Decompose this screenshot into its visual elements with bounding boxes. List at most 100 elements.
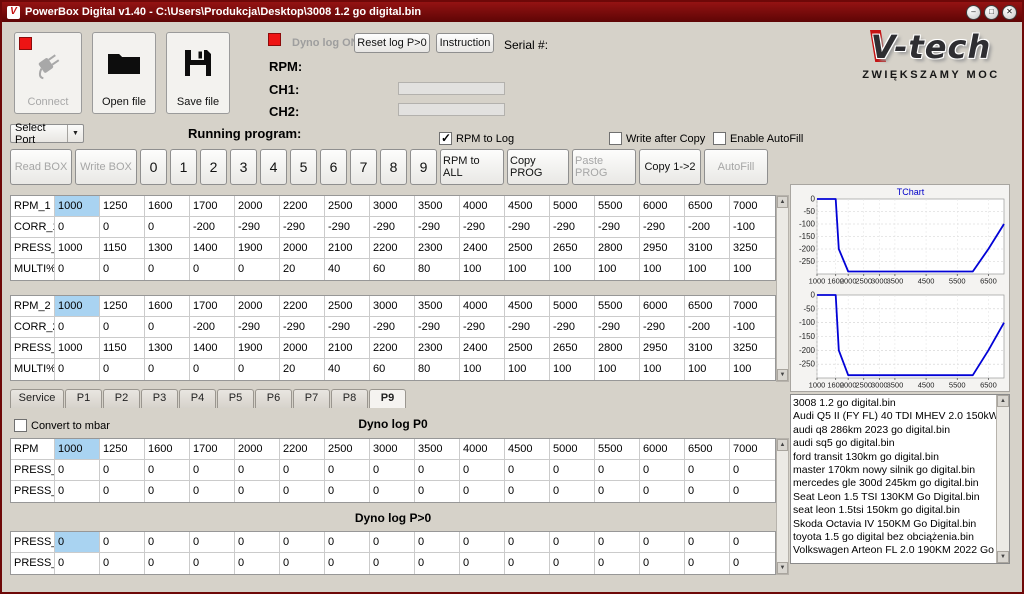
table-cell[interactable]: 2950	[640, 338, 685, 359]
table-cell[interactable]: -290	[370, 317, 415, 338]
program-button-3[interactable]: 3	[230, 149, 257, 185]
open-file-button[interactable]: Open file	[92, 32, 156, 114]
table-cell[interactable]: 4500	[505, 196, 550, 217]
table-cell[interactable]: 0	[100, 317, 145, 338]
table-cell[interactable]: 20	[280, 259, 325, 280]
program-button-0[interactable]: 0	[140, 149, 167, 185]
file-item[interactable]: master 170km nowy silnik go digital.bin	[793, 464, 995, 477]
table-cell[interactable]: 0	[415, 481, 460, 502]
table-cell[interactable]: 0	[370, 460, 415, 481]
file-item[interactable]: toyota 1.5 go digital bez obciążenia.bin	[793, 531, 995, 544]
table-cell[interactable]: 40	[325, 359, 370, 380]
table-cell[interactable]: 0	[685, 460, 730, 481]
table-cell[interactable]: -290	[460, 317, 505, 338]
program-button-9[interactable]: 9	[410, 149, 437, 185]
table-cell[interactable]: 0	[550, 460, 595, 481]
program-button-1[interactable]: 1	[170, 149, 197, 185]
copy-1-to-2-button[interactable]: Copy 1->2	[639, 149, 701, 185]
table-cell[interactable]: 2500	[505, 338, 550, 359]
table-cell[interactable]: 2000	[280, 238, 325, 259]
table-cell[interactable]: 5000	[550, 196, 595, 217]
scroll-down-icon[interactable]	[777, 562, 788, 574]
table-cell[interactable]: 0	[55, 317, 100, 338]
table-cell[interactable]: 100	[730, 259, 775, 280]
write-after-copy-checkbox[interactable]: Write after Copy	[609, 132, 705, 145]
table-cell[interactable]: -290	[415, 317, 460, 338]
copy-prog-button[interactable]: Copy PROG	[507, 149, 569, 185]
table-cell[interactable]: 1900	[235, 338, 280, 359]
table-cell[interactable]: -290	[550, 217, 595, 238]
table-cell[interactable]: 20	[280, 359, 325, 380]
table-cell[interactable]: 3500	[415, 296, 460, 317]
file-item[interactable]: Audi Q5 II (FY FL) 40 TDI MHEV 2.0 150kW…	[793, 410, 1009, 423]
table-cell[interactable]: 0	[55, 217, 100, 238]
table-cell[interactable]: 0	[280, 460, 325, 481]
table-cell[interactable]: 0	[370, 532, 415, 553]
table-cell[interactable]: 0	[280, 553, 325, 574]
enable-autofill-checkbox[interactable]: Enable AutoFill	[713, 132, 803, 145]
file-item[interactable]: audi q8 286km 2023 go digital.bin	[793, 424, 995, 437]
table-cell[interactable]: 2000	[235, 296, 280, 317]
table-cell[interactable]: -200	[190, 217, 235, 238]
table-cell[interactable]: 1250	[100, 196, 145, 217]
tab-p9[interactable]: P9	[369, 389, 406, 408]
table-cell[interactable]: 0	[190, 553, 235, 574]
table-cell[interactable]: -290	[595, 317, 640, 338]
tab-p5[interactable]: P5	[217, 389, 254, 408]
autofill-button[interactable]: AutoFill	[704, 149, 768, 185]
table-cell[interactable]: 2200	[370, 338, 415, 359]
tab-p8[interactable]: P8	[331, 389, 368, 408]
table-cell[interactable]: -100	[730, 317, 775, 338]
table-cell[interactable]: 0	[100, 460, 145, 481]
table-cell[interactable]: 6000	[640, 196, 685, 217]
table-cell[interactable]: 0	[685, 532, 730, 553]
table-cell[interactable]: 2500	[325, 196, 370, 217]
read-box-button[interactable]: Read BOX	[10, 149, 72, 185]
table-cell[interactable]: 0	[100, 217, 145, 238]
table-cell[interactable]: 0	[235, 259, 280, 280]
table-cell[interactable]: 2100	[325, 238, 370, 259]
instruction-button[interactable]: Instruction	[436, 33, 494, 53]
select-port-dropdown[interactable]: Select Port	[10, 122, 84, 146]
file-item[interactable]: mercedes gle 300d 245km go digital.bin	[793, 477, 995, 490]
table-cell[interactable]: 1250	[100, 439, 145, 460]
file-item[interactable]: audi sq5 go digital.bin	[793, 437, 995, 450]
table-cell[interactable]: 0	[550, 553, 595, 574]
table-cell[interactable]: 2500	[505, 238, 550, 259]
table-cell[interactable]: 0	[235, 460, 280, 481]
table-cell[interactable]: 0	[595, 460, 640, 481]
table-cell[interactable]: 0	[55, 359, 100, 380]
table-cell[interactable]: -290	[235, 217, 280, 238]
minimize-button[interactable]: –	[966, 4, 981, 20]
table-cell[interactable]: 1000	[55, 296, 100, 317]
table-cell[interactable]: 0	[55, 553, 100, 574]
scroll-down-icon[interactable]	[997, 551, 1009, 563]
table-cell[interactable]: 0	[235, 553, 280, 574]
table-cell[interactable]: 3000	[370, 439, 415, 460]
table-cell[interactable]: 0	[145, 460, 190, 481]
table-cell[interactable]: 0	[595, 481, 640, 502]
table-cell[interactable]: 0	[730, 460, 775, 481]
program-button-2[interactable]: 2	[200, 149, 227, 185]
table-cell[interactable]: 0	[145, 359, 190, 380]
table-cell[interactable]: 0	[190, 481, 235, 502]
table-cell[interactable]: 1600	[145, 296, 190, 317]
table-cell[interactable]: 0	[640, 481, 685, 502]
table-cell[interactable]: 100	[685, 359, 730, 380]
file-item[interactable]: seat leon 1.5tsi 150km go digital.bin	[793, 504, 995, 517]
table-cell[interactable]: 2800	[595, 238, 640, 259]
table-cell[interactable]: 3100	[685, 238, 730, 259]
table-cell[interactable]: 2100	[325, 338, 370, 359]
table-cell[interactable]: -200	[685, 217, 730, 238]
table-cell[interactable]: 0	[145, 481, 190, 502]
file-item[interactable]: 3008 1.2 go digital.bin	[793, 397, 995, 410]
table-cell[interactable]: 0	[325, 481, 370, 502]
table-cell[interactable]: 0	[730, 481, 775, 502]
save-file-button[interactable]: Save file	[166, 32, 230, 114]
table-cell[interactable]: 100	[460, 259, 505, 280]
table-cell[interactable]: 1700	[190, 296, 235, 317]
table-cell[interactable]: 3500	[415, 196, 460, 217]
table-cell[interactable]: 0	[595, 553, 640, 574]
close-button[interactable]: ✕	[1002, 4, 1017, 20]
table-cell[interactable]: 1000	[55, 338, 100, 359]
